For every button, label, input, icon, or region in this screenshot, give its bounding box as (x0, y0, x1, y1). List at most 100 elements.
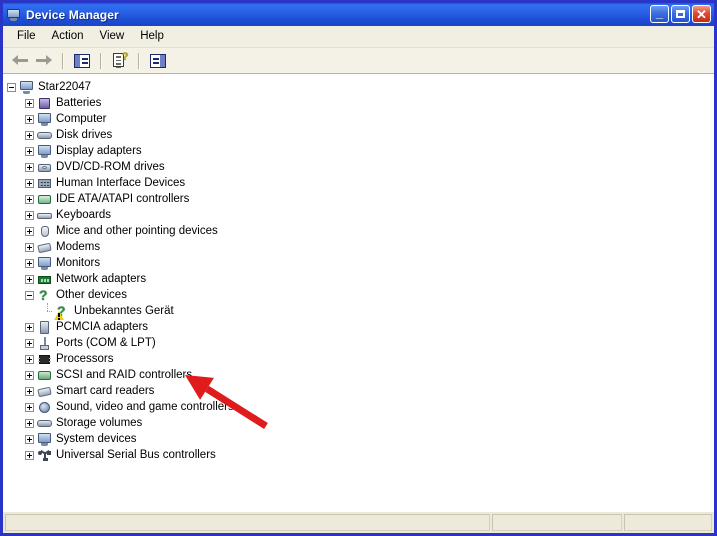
tree-row[interactable]: Processors (3, 351, 714, 367)
toolbar-separator-2 (100, 52, 102, 69)
status-panel-tertiary (624, 514, 712, 531)
tree-row[interactable]: DVD/CD-ROM drives (3, 159, 714, 175)
tree-row[interactable]: Storage volumes (3, 415, 714, 431)
menu-help[interactable]: Help (132, 29, 172, 45)
device-tree-pane[interactable]: Star22047 Batteries Computer Disk drives Dis… (3, 74, 714, 511)
expand-plus-icon[interactable] (25, 354, 34, 364)
tree-row[interactable]: Batteries (3, 95, 714, 111)
show-hide-console-tree-icon (74, 53, 90, 68)
toolbar-separator-1 (62, 52, 64, 69)
tree-row[interactable]: Universal Serial Bus controllers (3, 447, 714, 463)
expand-plus-icon[interactable] (25, 178, 34, 188)
expand-plus-icon[interactable] (25, 226, 34, 236)
tree-row[interactable]: Smart card readers (3, 383, 714, 399)
tree-connector (43, 303, 52, 319)
tree-row[interactable]: Monitors (3, 255, 714, 271)
computer-icon (19, 80, 35, 95)
tree-row[interactable]: Display adapters (3, 143, 714, 159)
tree-item-label: Monitors (56, 257, 101, 269)
tree-row[interactable]: Disk drives (3, 127, 714, 143)
tree-item-label: IDE ATA/ATAPI controllers (56, 193, 190, 205)
tree-row[interactable]: Human Interface Devices (3, 175, 714, 191)
tree-item-label: Sound, video and game controllers (56, 401, 234, 413)
tree-row[interactable]: Modems (3, 239, 714, 255)
keyboard-icon (37, 208, 53, 223)
collapse-minus-icon[interactable] (25, 290, 34, 300)
show-hide-action-pane-button[interactable] (147, 50, 169, 71)
tree-item-label: Batteries (56, 97, 102, 109)
expand-plus-icon[interactable] (25, 434, 34, 444)
hid-icon (37, 176, 53, 191)
computer-icon (37, 112, 53, 127)
tree-item-label: Human Interface Devices (56, 177, 186, 189)
network-adapter-icon (37, 272, 53, 287)
expand-plus-icon[interactable] (25, 322, 34, 332)
tree-item-label: Mice and other pointing devices (56, 225, 218, 237)
toolbar: ? (3, 48, 714, 74)
expand-plus-icon[interactable] (25, 130, 34, 140)
menu-action[interactable]: Action (44, 29, 92, 45)
unknown-device-warning-icon: ? (54, 303, 71, 320)
tree-root-row[interactable]: Star22047 (3, 79, 714, 95)
port-icon (37, 336, 53, 351)
tree-row[interactable]: SCSI and RAID controllers (3, 367, 714, 383)
back-button[interactable] (9, 50, 31, 71)
expand-plus-icon[interactable] (25, 450, 34, 460)
forward-button[interactable] (33, 50, 55, 71)
tree-row[interactable]: Keyboards (3, 207, 714, 223)
tree-item-label: Modems (56, 241, 101, 253)
status-bar (3, 511, 714, 533)
minimize-button[interactable]: _ (650, 5, 669, 23)
expand-plus-icon[interactable] (25, 210, 34, 220)
properties-button[interactable]: ? (109, 50, 131, 71)
menu-bar: File Action View Help (3, 26, 714, 48)
tree-row[interactable]: System devices (3, 431, 714, 447)
expand-plus-icon[interactable] (25, 338, 34, 348)
expand-plus-icon[interactable] (25, 402, 34, 412)
tree-row[interactable]: Network adapters (3, 271, 714, 287)
minimize-icon: _ (655, 5, 664, 20)
menu-view[interactable]: View (92, 29, 133, 45)
expand-plus-icon[interactable] (25, 370, 34, 380)
expand-plus-icon[interactable] (25, 242, 34, 252)
tree-item-label: Processors (56, 353, 114, 365)
close-button[interactable]: ✕ (692, 5, 711, 23)
usb-controller-icon (37, 448, 53, 463)
tree-item-label: Unbekanntes Gerät (74, 305, 174, 317)
unknown-device-question-icon: ? (39, 286, 48, 303)
tree-row[interactable]: Ports (COM & LPT) (3, 335, 714, 351)
device-manager-window: Device Manager _ ✕ File Action View Help (0, 0, 717, 536)
properties-icon: ? (112, 52, 129, 68)
expand-plus-icon[interactable] (25, 274, 34, 284)
tree-row[interactable]: ? Other devices (3, 287, 714, 303)
tree-row[interactable]: ? Unbekanntes Gerät (3, 303, 714, 320)
tree-item-label: Storage volumes (56, 417, 143, 429)
expand-plus-icon[interactable] (25, 258, 34, 268)
show-hide-console-tree-button[interactable] (71, 50, 93, 71)
tree-row[interactable]: Sound, video and game controllers (3, 399, 714, 415)
expand-plus-icon[interactable] (25, 146, 34, 156)
tree-row[interactable]: PCMCIA adapters (3, 319, 714, 335)
toolbar-separator-3 (138, 52, 140, 69)
expand-plus-icon[interactable] (25, 98, 34, 108)
expand-plus-icon[interactable] (25, 194, 34, 204)
collapse-minus-icon[interactable] (7, 82, 16, 92)
processor-icon (37, 352, 53, 367)
expand-plus-icon[interactable] (25, 114, 34, 124)
sound-controller-icon (37, 400, 53, 415)
expand-plus-icon[interactable] (25, 418, 34, 428)
system-device-icon (37, 432, 53, 447)
tree-row[interactable]: Mice and other pointing devices (3, 223, 714, 239)
expand-plus-icon[interactable] (25, 386, 34, 396)
back-arrow-icon (12, 55, 28, 66)
tree-item-label: Display adapters (56, 145, 142, 157)
battery-icon (37, 96, 53, 111)
menu-file[interactable]: File (9, 29, 44, 45)
expand-plus-icon[interactable] (25, 162, 34, 172)
tree-row[interactable]: Computer (3, 111, 714, 127)
maximize-button[interactable] (671, 5, 690, 23)
show-hide-action-pane-icon (150, 53, 166, 68)
tree-item-label: Ports (COM & LPT) (56, 337, 156, 349)
dvd-drive-icon (37, 160, 53, 175)
tree-row[interactable]: IDE ATA/ATAPI controllers (3, 191, 714, 207)
